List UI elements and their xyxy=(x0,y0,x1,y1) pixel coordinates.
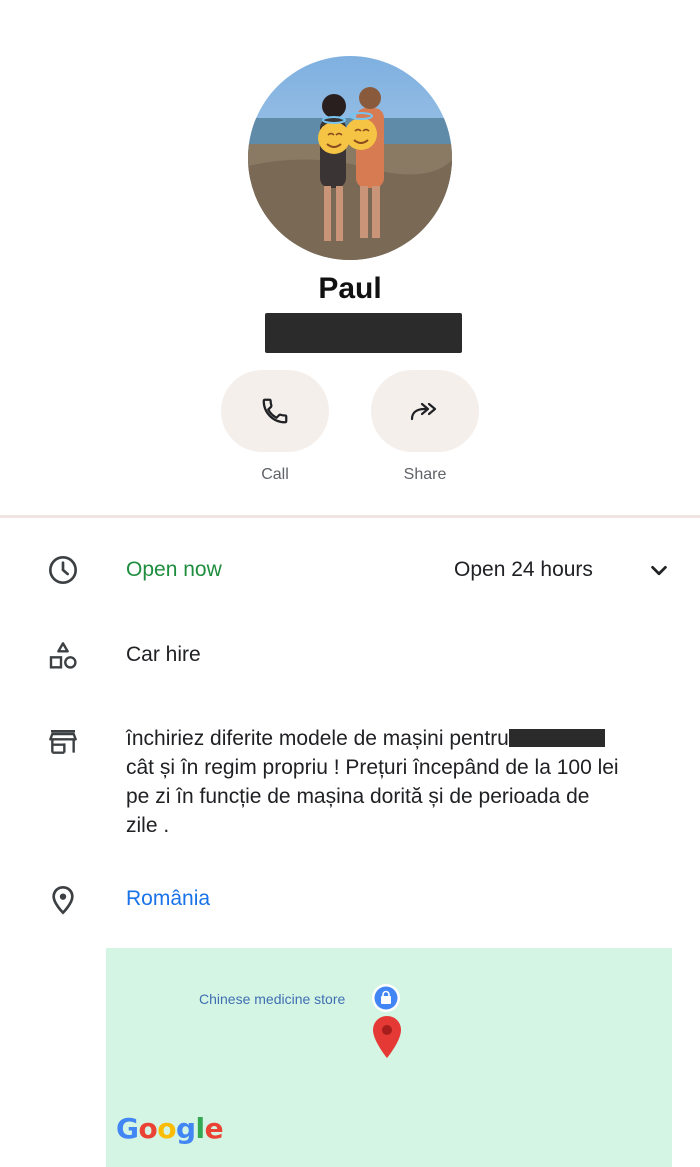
category-text: Car hire xyxy=(126,643,201,666)
google-logo: Google xyxy=(116,1112,224,1145)
section-divider xyxy=(0,515,700,518)
google-logo-g: G xyxy=(116,1112,139,1145)
shopping-bag-icon[interactable] xyxy=(370,982,402,1014)
hours-detail[interactable]: Open 24 hours xyxy=(454,555,593,584)
share-label: Share xyxy=(403,466,447,483)
share-action: Share xyxy=(371,370,479,484)
call-button[interactable] xyxy=(221,370,329,452)
google-logo-l: l xyxy=(195,1112,206,1145)
google-logo-e: e xyxy=(204,1112,224,1145)
chevron-down-icon[interactable] xyxy=(648,560,670,582)
redacted-subtitle xyxy=(265,313,462,353)
location-link[interactable]: România xyxy=(126,884,210,913)
business-description: închiriez diferite modele de mașini pent… xyxy=(126,724,682,840)
business-name: Paul xyxy=(318,272,382,305)
share-arrow-icon xyxy=(410,402,437,421)
call-action: Call xyxy=(221,370,329,484)
poi-label[interactable]: Chinese medicine store xyxy=(199,991,345,1007)
open-status[interactable]: Open now xyxy=(126,555,222,584)
google-logo-o2: o xyxy=(157,1112,176,1145)
description-line-2: cât și în regim propriu ! Prețuri începâ… xyxy=(126,756,619,779)
google-logo-g2: g xyxy=(175,1112,196,1145)
share-button[interactable] xyxy=(371,370,479,452)
store-icon xyxy=(49,730,77,754)
map-preview[interactable]: Chinese medicine store Google xyxy=(106,948,672,1167)
profile-photo-image xyxy=(248,56,452,260)
description-line-4: zile . xyxy=(126,814,170,837)
business-profile-page: Paul Call Share Open now Open 24 hours C… xyxy=(0,0,700,1167)
map-marker-icon[interactable] xyxy=(370,1014,404,1060)
profile-photo[interactable] xyxy=(248,56,452,260)
redacted-text xyxy=(508,729,605,747)
phone-icon xyxy=(262,398,288,424)
google-logo-o1: o xyxy=(138,1112,158,1145)
clock-icon xyxy=(49,556,77,584)
description-line-1-text: închiriez diferite modele de mașini pent… xyxy=(126,727,509,750)
description-line-1: închiriez diferite modele de mașini pent… xyxy=(126,724,682,753)
description-line-3: pe zi în funcție de mașina dorită și de … xyxy=(126,785,590,808)
location-pin-icon xyxy=(52,885,74,915)
call-label: Call xyxy=(261,466,289,483)
shapes-icon xyxy=(49,642,77,669)
